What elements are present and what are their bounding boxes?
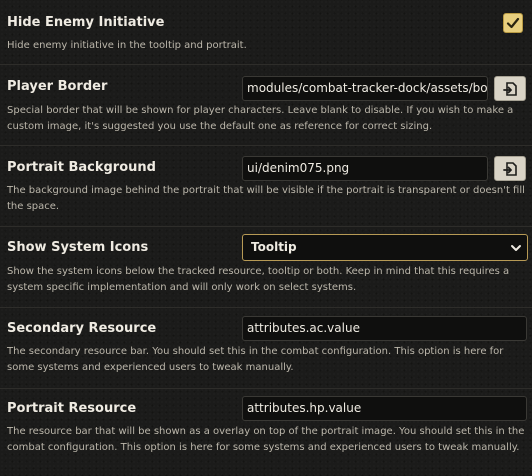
- setting-hint: Hide enemy initiative in the tooltip and…: [7, 40, 247, 51]
- secondary-resource-input[interactable]: attributes.ac.value: [242, 316, 527, 341]
- select-value: Tooltip: [251, 240, 297, 254]
- player-border-input[interactable]: modules/combat-tracker-dock/assets/borde…: [242, 76, 488, 101]
- setting-label: Hide Enemy Initiative: [7, 15, 165, 30]
- setting-hint: The resource bar that will be shown as a…: [7, 426, 525, 453]
- portrait-resource-input[interactable]: attributes.hp.value: [242, 396, 527, 421]
- chevron-down-icon: [511, 245, 521, 251]
- setting-label: Portrait Resource: [7, 401, 137, 416]
- show-system-icons-select[interactable]: Tooltip: [242, 234, 528, 261]
- player-border-file-picker-button[interactable]: [494, 76, 526, 101]
- setting-label: Secondary Resource: [7, 321, 157, 336]
- checkmark-icon: [506, 17, 520, 29]
- setting-hint: Special border that will be shown for pl…: [7, 105, 514, 132]
- setting-portrait-resource: Portrait Resource attributes.hp.value Th…: [0, 389, 532, 476]
- file-picker-icon: [503, 161, 517, 176]
- portrait-background-input[interactable]: ui/denim075.png: [242, 156, 488, 181]
- setting-label: Player Border: [7, 79, 108, 94]
- setting-player-border: Player Border modules/combat-tracker-doc…: [0, 65, 532, 143]
- setting-label: Portrait Background: [7, 160, 156, 175]
- portrait-background-file-picker-button[interactable]: [494, 156, 526, 181]
- setting-secondary-resource: Secondary Resource attributes.ac.value T…: [0, 308, 532, 386]
- file-picker-icon: [503, 81, 517, 96]
- setting-show-system-icons: Show System Icons Tooltip Show the syste…: [0, 227, 532, 305]
- setting-hint: The secondary resource bar. You should s…: [7, 346, 504, 373]
- setting-portrait-background: Portrait Background ui/denim075.png The …: [0, 146, 532, 224]
- setting-hint: Show the system icons below the tracked …: [7, 266, 510, 293]
- hide-enemy-initiative-checkbox[interactable]: [503, 13, 523, 33]
- setting-hint: The background image behind the portrait…: [7, 185, 525, 212]
- setting-label: Show System Icons: [7, 240, 149, 255]
- setting-hide-enemy-initiative: Hide Enemy Initiative Hide enemy initiat…: [0, 0, 532, 62]
